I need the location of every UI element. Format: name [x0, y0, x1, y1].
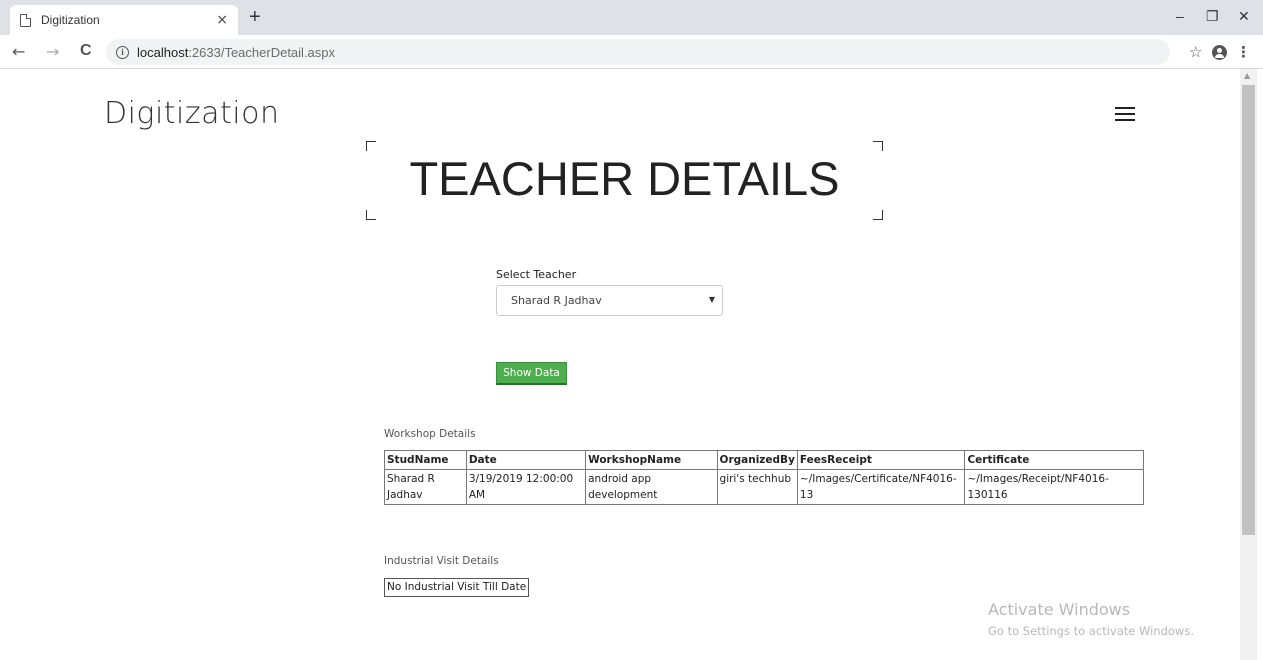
column-header: WorkshopName — [585, 450, 718, 470]
site-brand[interactable]: Digitization — [104, 96, 279, 131]
teacher-select[interactable]: Sharad R Jadhav ▼ — [496, 285, 723, 316]
browser-menu-icon[interactable]: ⋮ — [1236, 43, 1251, 61]
selected-teacher-value: Sharad R Jadhav — [511, 294, 602, 307]
select-teacher-label: Select Teacher — [496, 268, 577, 281]
page-title: TEACHER DETAILS — [409, 152, 840, 205]
address-bar[interactable]: i localhost:2633/TeacherDetail.aspx — [106, 39, 1170, 65]
page-scrollbar[interactable]: ▲ — [1240, 69, 1257, 660]
browser-toolbar: ← → C i localhost:2633/TeacherDetail.asp… — [0, 35, 1263, 69]
profile-icon[interactable] — [1212, 45, 1227, 60]
window-close-icon[interactable]: ✕ — [1238, 8, 1250, 25]
url-host: localhost — [137, 44, 189, 60]
url-path: :2633/TeacherDetail.aspx — [188, 44, 336, 60]
column-header: Date — [465, 450, 587, 470]
table-cell: Sharad R Jadhav — [384, 469, 467, 505]
reload-icon[interactable]: C — [80, 42, 92, 60]
workshop-details-label: Workshop Details — [384, 428, 476, 440]
forward-arrow-icon[interactable]: → — [46, 42, 59, 61]
browser-tab[interactable]: Digitization × — [10, 5, 238, 35]
page-icon — [20, 13, 31, 27]
column-header: OrganizedBy — [716, 450, 798, 470]
frame-corner — [366, 210, 376, 220]
table-cell: ~/Images/Receipt/NF4016-130116 — [964, 469, 1144, 505]
tab-close-icon[interactable]: × — [216, 12, 228, 28]
activate-windows-title: Activate Windows — [988, 600, 1131, 619]
table-cell: ~/Images/Certificate/NF4016-13 — [796, 469, 966, 505]
column-header: StudName — [384, 450, 467, 470]
frame-corner — [873, 210, 883, 220]
scroll-thumb[interactable] — [1242, 85, 1255, 535]
info-icon[interactable]: i — [116, 45, 129, 59]
frame-corner — [873, 141, 883, 151]
dropdown-arrow-icon: ▼ — [708, 295, 715, 304]
scroll-up-arrow-icon[interactable]: ▲ — [1244, 71, 1250, 80]
table-cell: giri's techhub — [716, 469, 798, 505]
table-row: Sharad R Jadhav 3/19/2019 12:00:00 AM an… — [384, 469, 1144, 505]
hamburger-menu-icon[interactable] — [1115, 107, 1135, 122]
workshop-table: StudName Date WorkshopName OrganizedBy F… — [384, 450, 1144, 505]
show-data-button[interactable]: Show Data — [496, 362, 567, 385]
browser-tab-bar: Digitization × + – ❐ ✕ — [0, 0, 1263, 35]
industrial-visit-label: Industrial Visit Details — [384, 555, 499, 567]
minimize-icon[interactable]: – — [1176, 8, 1184, 24]
bookmark-star-icon[interactable]: ☆ — [1189, 43, 1202, 61]
table-cell: 3/19/2019 12:00:00 AM — [465, 469, 587, 505]
column-header: Certificate — [964, 450, 1144, 470]
new-tab-icon[interactable]: + — [249, 6, 261, 29]
title-frame: TEACHER DETAILS — [366, 141, 883, 220]
column-header: FeesReceipt — [796, 450, 966, 470]
frame-corner — [366, 141, 376, 151]
table-header-row: StudName Date WorkshopName OrganizedBy F… — [384, 450, 1144, 470]
industrial-visit-message: No Industrial Visit Till Date — [384, 578, 530, 597]
table-cell: android app development — [585, 469, 718, 505]
restore-icon[interactable]: ❐ — [1206, 8, 1219, 25]
tab-title: Digitization — [41, 13, 100, 27]
activate-windows-subtitle: Go to Settings to activate Windows. — [988, 624, 1194, 638]
back-arrow-icon[interactable]: ← — [12, 42, 25, 61]
